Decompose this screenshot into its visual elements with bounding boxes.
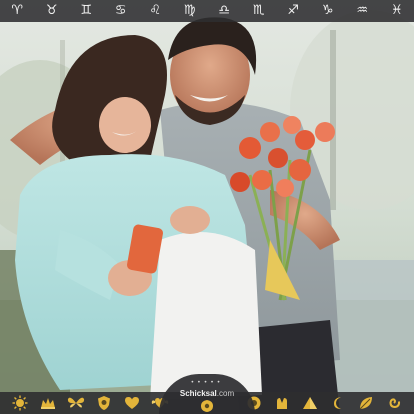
gemini-icon[interactable]: ♊ [75, 0, 97, 22]
aries-icon[interactable]: ♈ [6, 0, 28, 22]
zodiac-top-bar: ♈ ♉ ♊ ♋ ♌ ♍ ♎ ♏ ♐ ♑ ♒ ♓ [0, 0, 414, 22]
crescent-moon-icon[interactable] [324, 392, 352, 414]
logo-domain: .com [216, 389, 235, 398]
taurus-icon[interactable]: ♉ [41, 0, 63, 22]
couple-photo [0, 0, 414, 414]
logo-brand: Schicksal [179, 389, 217, 398]
bottom-left-icons [6, 392, 174, 414]
shield-icon[interactable] [90, 392, 118, 414]
logo-emblem-icon [201, 400, 213, 412]
logo-wordmark: Schicksal.com [159, 389, 255, 398]
leo-icon[interactable]: ♌ [144, 0, 166, 22]
logo-stars: ••••• [190, 379, 224, 386]
libra-icon[interactable]: ♎ [213, 0, 235, 22]
bottom-right-icons [240, 392, 408, 414]
cancer-icon[interactable]: ♋ [110, 0, 132, 22]
butterfly-icon[interactable] [62, 392, 90, 414]
swirl-icon[interactable] [380, 392, 408, 414]
aquarius-icon[interactable]: ♒ [351, 0, 373, 22]
schicksal-logo[interactable]: ••••• Schicksal.com [159, 374, 255, 414]
leaf-icon[interactable] [352, 392, 380, 414]
pyramid-icon[interactable] [296, 392, 324, 414]
tiara-icon[interactable] [34, 392, 62, 414]
sun-icon[interactable] [6, 392, 34, 414]
pisces-icon[interactable]: ♓ [386, 0, 408, 22]
hands-icon[interactable] [268, 392, 296, 414]
virgo-icon[interactable]: ♍ [179, 0, 201, 22]
heart-icon[interactable] [118, 392, 146, 414]
schicksal-banner: ♈ ♉ ♊ ♋ ♌ ♍ ♎ ♏ ♐ ♑ ♒ ♓ ••••• Schicksal.… [0, 0, 414, 414]
scorpio-icon[interactable]: ♏ [248, 0, 270, 22]
capricorn-icon[interactable]: ♑ [317, 0, 339, 22]
sagittarius-icon[interactable]: ♐ [282, 0, 304, 22]
